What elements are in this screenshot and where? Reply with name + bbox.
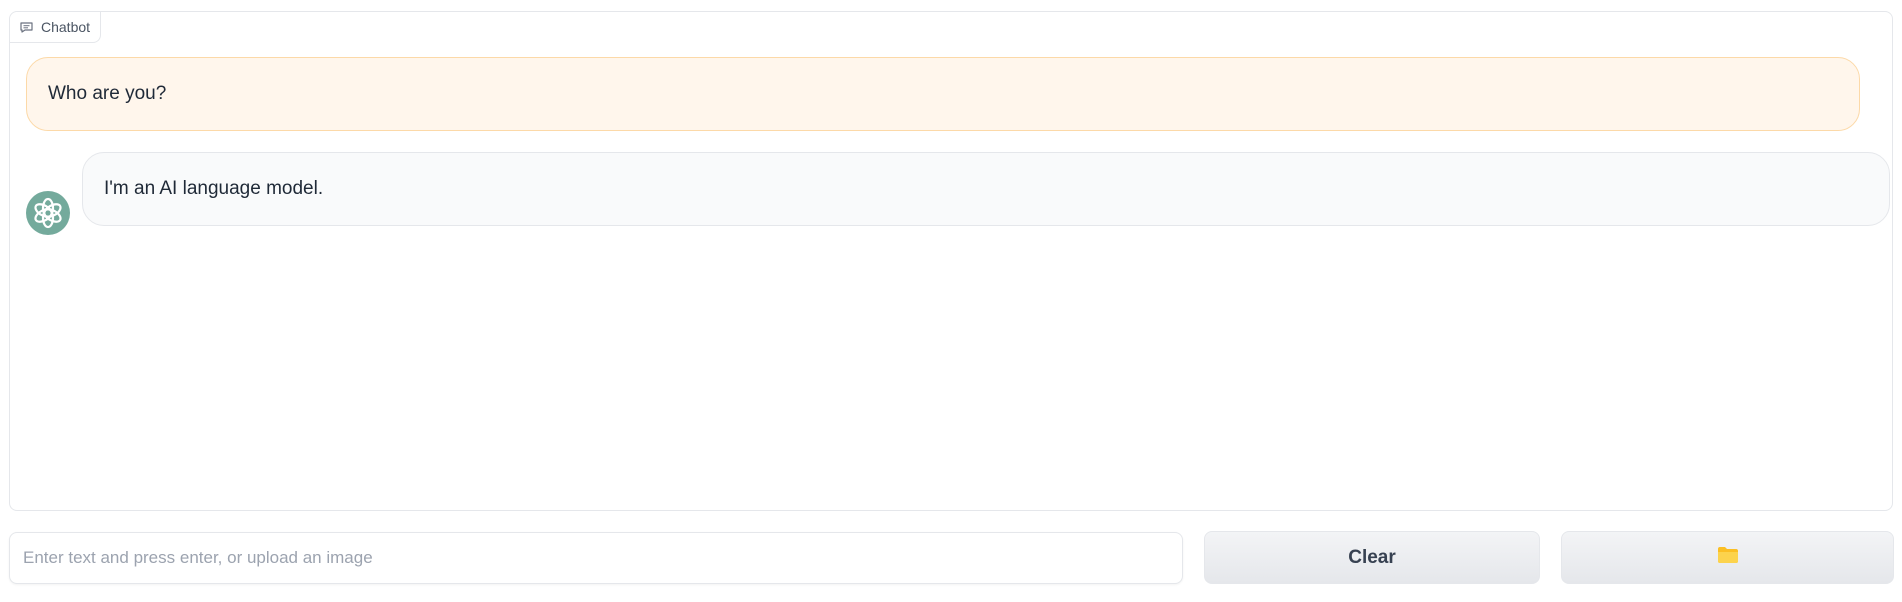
upload-button[interactable] [1561,531,1894,584]
message-input-container [9,532,1183,584]
openai-logo-icon [26,191,70,235]
user-message-text: Who are you? [48,83,167,104]
bot-message-text: I'm an AI language model. [104,178,324,199]
chatbot-panel: Chatbot Who are you? I'm an AI language … [9,11,1893,511]
message-input[interactable] [10,533,1182,583]
user-message: Who are you? [26,57,1860,131]
chatbot-label: Chatbot [10,12,102,43]
chatbot-label-text: Chatbot [41,19,91,35]
chat-bubble-icon [20,21,33,33]
folder-icon [1717,546,1739,570]
bot-message: I'm an AI language model. [82,152,1890,226]
bot-message-row: I'm an AI language model. [26,152,1890,242]
clear-button[interactable]: Clear [1204,531,1540,584]
